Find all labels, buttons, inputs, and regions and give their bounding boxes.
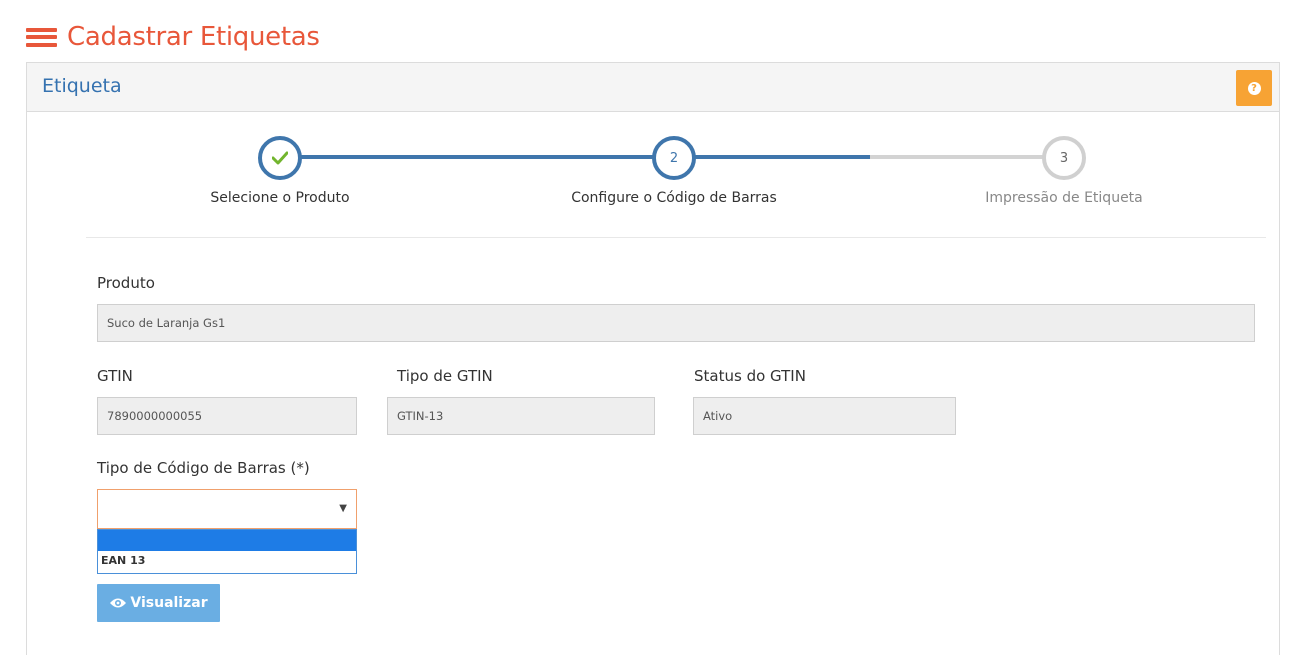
step-1-circle xyxy=(258,136,302,180)
produto-label: Produto xyxy=(97,274,155,292)
visualizar-button[interactable]: Visualizar xyxy=(97,584,220,622)
step-1-label: Selecione o Produto xyxy=(210,190,350,206)
tipo-gtin-label: Tipo de GTIN xyxy=(397,367,493,385)
wizard-stepper: Selecione o Produto 2 Configure o Código… xyxy=(27,112,1279,240)
menu-icon[interactable] xyxy=(26,27,57,47)
question-circle-icon: ? xyxy=(1247,81,1261,95)
eye-icon xyxy=(109,597,127,609)
step-2-label: Configure o Código de Barras xyxy=(571,190,777,206)
step-3-circle: 3 xyxy=(1042,136,1086,180)
page-title: Cadastrar Etiquetas xyxy=(67,22,320,52)
visualizar-label: Visualizar xyxy=(130,595,208,611)
tipo-codigo-barras-label: Tipo de Código de Barras (*) xyxy=(97,459,310,477)
dropdown-option-ean13[interactable]: EAN 13 xyxy=(98,551,356,573)
help-button[interactable]: ? xyxy=(1236,70,1272,106)
etiqueta-panel: Etiqueta ? Selecione o Produto 2 Configu… xyxy=(26,62,1280,655)
panel-title: Etiqueta xyxy=(42,75,122,97)
tipo-codigo-barras-select[interactable]: ▼ xyxy=(97,489,357,529)
stepper-progress-line xyxy=(289,155,870,159)
status-gtin-label: Status do GTIN xyxy=(694,367,806,385)
tipo-codigo-barras-dropdown: EAN 13 xyxy=(97,529,357,574)
panel-heading: Etiqueta ? xyxy=(27,63,1279,112)
step-2-circle: 2 xyxy=(652,136,696,180)
tipo-gtin-field[interactable]: GTIN-13 xyxy=(387,397,655,435)
gtin-field[interactable]: 7890000000055 xyxy=(97,397,357,435)
dropdown-option-blank[interactable] xyxy=(98,530,356,551)
dropdown-caret-icon: ▼ xyxy=(339,503,347,514)
page-header: Cadastrar Etiquetas xyxy=(26,22,320,52)
gtin-label: GTIN xyxy=(97,367,133,385)
status-gtin-field[interactable]: Ativo xyxy=(693,397,956,435)
stepper-divider xyxy=(86,237,1266,238)
step-3-label: Impressão de Etiqueta xyxy=(985,190,1143,206)
checkmark-icon xyxy=(272,151,288,165)
produto-field[interactable]: Suco de Laranja Gs1 xyxy=(97,304,1255,342)
